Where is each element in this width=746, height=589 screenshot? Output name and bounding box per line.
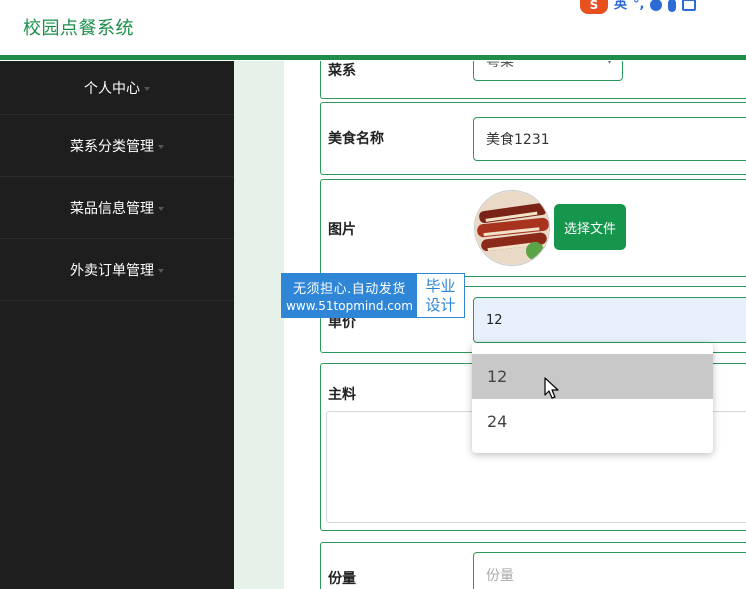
ime-emoji-icon[interactable] — [650, 0, 663, 11]
watermark-tag-bottom: 设计 — [425, 295, 456, 314]
ime-language-toggle[interactable]: 英 — [614, 0, 627, 13]
watermark-banner: 无须担心.自动发货 www.51topmind.com 毕业 设计 — [281, 273, 465, 318]
portion-label: 份量 — [328, 571, 356, 587]
caret-down-icon — [158, 206, 164, 211]
sidebar-item-label: 外卖订单管理 — [70, 262, 154, 279]
content-gutter — [234, 61, 284, 589]
chevron-down-icon: ▾ — [606, 61, 612, 67]
watermark-tag-top: 毕业 — [425, 276, 456, 295]
sidebar-item-label: 菜系分类管理 — [70, 138, 154, 155]
price-dropdown-menu: 12 24 — [472, 343, 713, 453]
sidebar-item-label: 菜品信息管理 — [70, 200, 154, 217]
ime-keyboard-icon[interactable] — [682, 0, 697, 11]
form-row-image: 图片 选择文件 — [320, 179, 746, 277]
caret-down-icon — [158, 144, 164, 149]
caret-down-icon — [144, 86, 150, 91]
ingredients-label: 主料 — [328, 387, 356, 403]
price-option[interactable]: 24 — [472, 399, 713, 444]
ime-punctuation-toggle[interactable]: °, — [633, 0, 644, 13]
sidebar-item-dish-info[interactable]: 菜品信息管理 — [0, 177, 234, 239]
sidebar-item-takeout-orders[interactable]: 外卖订单管理 — [0, 239, 234, 301]
ime-toolbar[interactable]: S 英 °, — [580, 0, 697, 14]
watermark-tag: 毕业 设计 — [417, 274, 464, 317]
sidebar-item-personal-center[interactable]: 个人中心 — [0, 61, 234, 115]
ime-microphone-icon[interactable] — [668, 0, 677, 12]
ime-logo-icon[interactable]: S — [580, 0, 608, 14]
sidebar: 个人中心 菜系分类管理 菜品信息管理 外卖订单管理 — [0, 61, 234, 589]
choose-file-button[interactable]: 选择文件 — [554, 204, 626, 250]
caret-down-icon — [158, 268, 164, 273]
food-name-input[interactable]: 美食1231 — [473, 117, 746, 161]
watermark-main: 无须担心.自动发货 www.51topmind.com — [282, 274, 417, 317]
form-row-portion: 份量 份量 — [320, 542, 746, 589]
watermark-url: www.51topmind.com — [286, 299, 413, 313]
price-option[interactable]: 12 — [472, 354, 713, 399]
food-image-thumbnail — [474, 190, 550, 266]
cuisine-select-value: 粤菜 — [486, 61, 514, 70]
app-title: 校园点餐系统 — [23, 18, 134, 39]
sidebar-item-cuisine-categories[interactable]: 菜系分类管理 — [0, 115, 234, 177]
image-label: 图片 — [328, 222, 356, 238]
price-select[interactable]: 12 — [473, 297, 746, 343]
header-accent-bar — [0, 55, 746, 60]
portion-input[interactable]: 份量 — [473, 552, 746, 589]
sidebar-item-label: 个人中心 — [84, 80, 140, 97]
watermark-slogan: 无须担心.自动发货 — [293, 282, 406, 297]
cuisine-label: 菜系 — [328, 63, 356, 79]
cuisine-select[interactable]: 粤菜 ▾ — [473, 61, 623, 81]
main-content: 菜系 粤菜 ▾ 美食名称 美食1231 图片 选择文件 单价 12 主料 份量 … — [284, 61, 746, 589]
top-header: 校园点餐系统 S 英 °, — [0, 0, 746, 60]
mouse-pointer-icon — [544, 377, 559, 399]
form-row-cuisine: 菜系 粤菜 ▾ — [320, 61, 746, 99]
form-row-food-name: 美食名称 美食1231 — [320, 102, 746, 175]
food-name-label: 美食名称 — [328, 131, 384, 147]
